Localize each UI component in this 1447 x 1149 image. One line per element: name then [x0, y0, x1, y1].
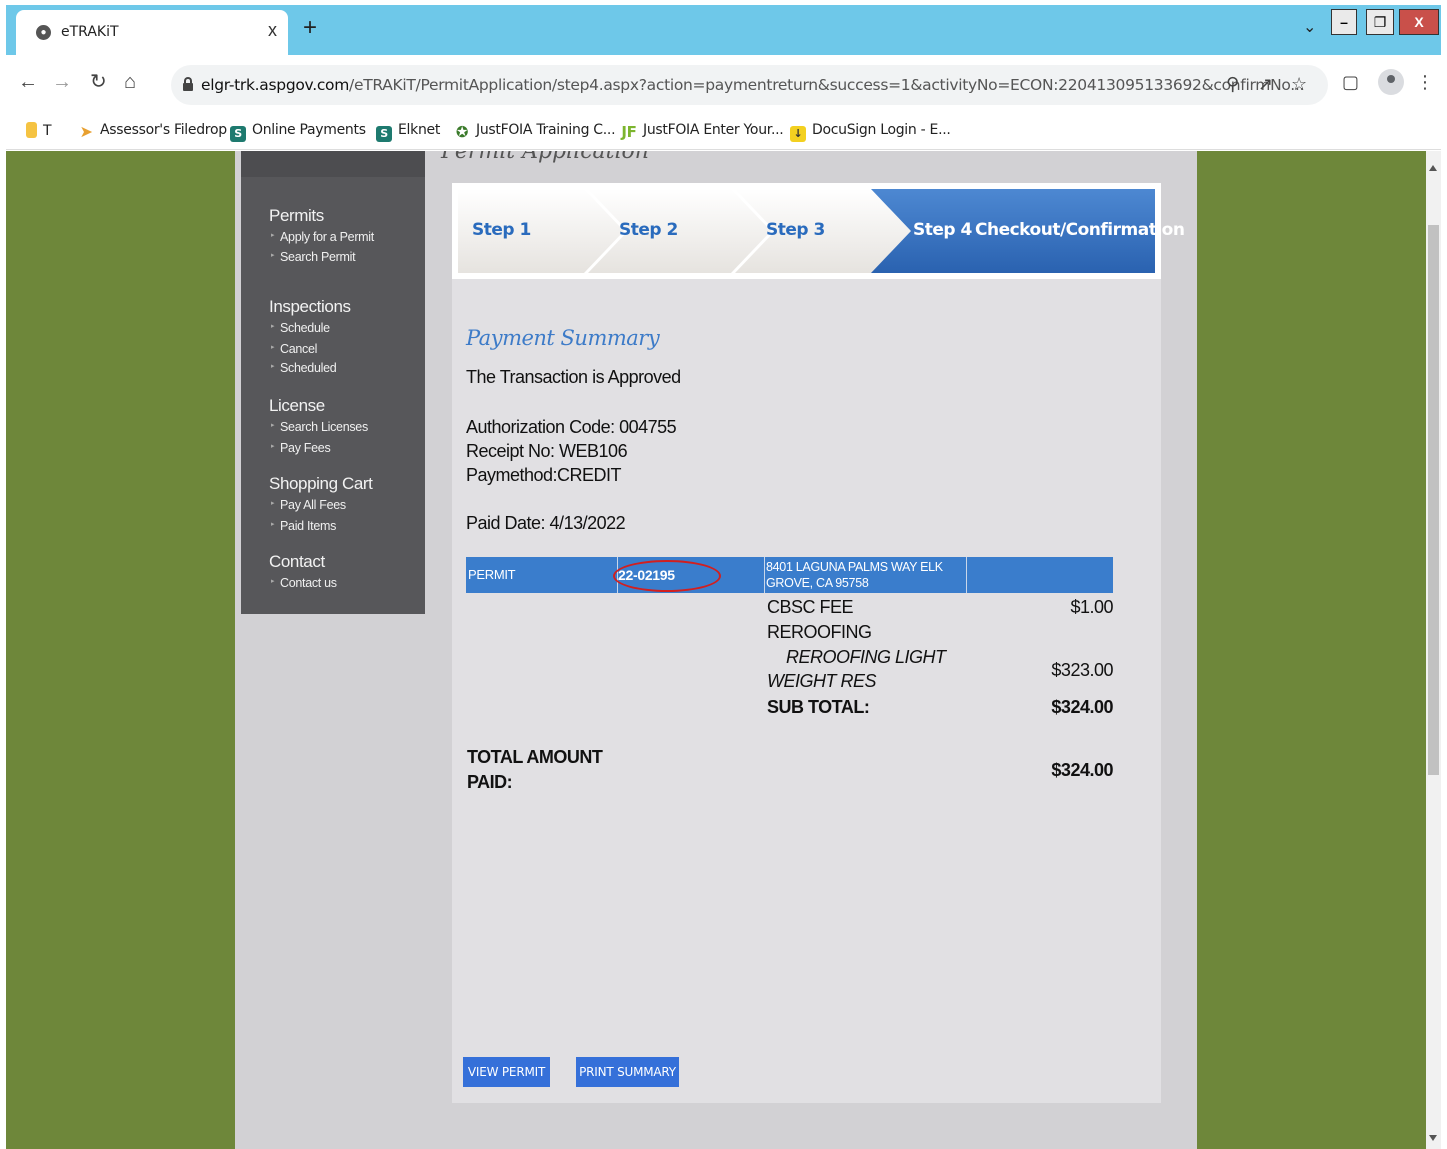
browser-toolbar: ← → ↻ ⌂ elgr-trk.aspgov.com/eTRAKiT/Perm…: [6, 55, 1441, 115]
restore-icon[interactable]: ❐: [1366, 9, 1394, 35]
step-1-label: Step 1: [472, 220, 531, 240]
reroofing-label: REROOFING: [767, 622, 872, 642]
close-window-icon[interactable]: X: [1399, 9, 1439, 35]
bookmark-star-icon[interactable]: ☆: [1291, 74, 1307, 95]
menu-kebab-icon[interactable]: ⋮: [1416, 72, 1434, 92]
receipt-number: Receipt No: WEB106: [466, 441, 628, 461]
bookmark-link[interactable]: S Elknet: [376, 122, 440, 142]
authorization-code: Authorization Code: 004755: [466, 417, 677, 437]
cbsc-fee-amount: $1.00: [1070, 597, 1113, 617]
subtotal-amount: $324.00: [1051, 697, 1113, 717]
tab-search-chevron-icon[interactable]: ⌄: [1303, 17, 1316, 37]
lock-icon[interactable]: [183, 77, 193, 91]
print-summary-button[interactable]: PRINT SUMMARY: [576, 1057, 679, 1087]
sidebar-section-license[interactable]: License: [269, 396, 325, 416]
sidebar-section-contact[interactable]: Contact: [269, 552, 325, 572]
side-panel-icon[interactable]: ▢: [1342, 72, 1359, 92]
highlight-circle: [613, 560, 721, 592]
sidebar-section-inspections[interactable]: Inspections: [269, 297, 351, 317]
bookmarks-bar: T ➤ Assessor's Filedrop S Online Payments …: [6, 115, 1441, 150]
bookmark-link[interactable]: S Online Payments: [230, 122, 366, 142]
folder-icon: [26, 122, 37, 138]
payment-method: Paymethod:CREDIT: [466, 465, 622, 485]
sidebar-item-apply-permit[interactable]: Apply for a Permit: [271, 230, 374, 244]
tab-strip: ● eTRAKiT x + ⌄ – ❐ X: [6, 5, 1441, 55]
permit-type: PERMIT: [468, 567, 516, 582]
scroll-down-arrow-icon[interactable]: [1429, 1135, 1437, 1141]
share-icon[interactable]: ↗: [1258, 74, 1273, 95]
jf-logo-icon: JF: [621, 123, 637, 141]
sidebar-item-pay-all-fees[interactable]: Pay All Fees: [271, 498, 346, 512]
browser-tab[interactable]: ● eTRAKiT x: [16, 10, 288, 55]
reload-icon[interactable]: ↻: [90, 72, 107, 92]
reroofing-subitem-1: REROOFING LIGHT: [786, 647, 946, 667]
payment-summary-title: Payment Summary: [466, 326, 660, 350]
bookmark-link[interactable]: ✪ JustFOIA Training C...: [454, 122, 616, 141]
step-3-label: Step 3: [766, 220, 825, 240]
bookmark-link[interactable]: JF JustFOIA Enter Your...: [621, 122, 783, 140]
sidebar-item-contact-us[interactable]: Contact us: [271, 576, 337, 590]
back-icon[interactable]: ←: [18, 72, 38, 92]
sidebar-item-search-permit[interactable]: Search Permit: [271, 250, 356, 264]
minimize-icon[interactable]: –: [1331, 9, 1357, 35]
profile-avatar[interactable]: [1378, 69, 1404, 95]
vertical-scrollbar[interactable]: [1426, 151, 1441, 1149]
forward-icon[interactable]: →: [52, 72, 72, 92]
step-2-label: Step 2: [619, 220, 678, 240]
sidebar-item-paid-items[interactable]: Paid Items: [271, 519, 336, 533]
sharepoint-icon: S: [376, 126, 392, 142]
reroofing-subitem-2: WEIGHT RES: [767, 671, 877, 691]
tab-title: eTRAKiT: [61, 24, 119, 40]
browser-window: ● eTRAKiT x + ⌄ – ❐ X ← → ↻ ⌂ elgr-trk.a…: [0, 0, 1447, 1149]
bookmark-folder[interactable]: T: [26, 122, 52, 139]
subtotal-label: SUB TOTAL:: [767, 697, 870, 717]
tab-close-icon[interactable]: x: [268, 20, 277, 41]
sidebar-item-scheduled[interactable]: Scheduled: [271, 361, 337, 375]
sidebar-item-cancel[interactable]: Cancel: [271, 342, 317, 356]
step-4-label: Step 4: [913, 220, 972, 240]
sharepoint-icon: S: [230, 126, 246, 142]
page-viewport: Permit Application Permits Apply for a P…: [6, 151, 1426, 1149]
total-amount: $324.00: [1051, 760, 1113, 780]
step-4-title: Checkout/Confirmation: [975, 220, 1185, 240]
total-label-line1: TOTAL AMOUNT: [467, 747, 603, 767]
url-text[interactable]: elgr-trk.aspgov.com/eTRAKiT/PermitApplic…: [201, 76, 1304, 94]
cbsc-fee-label: CBSC FEE: [767, 597, 854, 617]
send-icon: ➤: [79, 122, 93, 141]
reroofing-amount: $323.00: [1051, 660, 1113, 680]
step-progress: Step 1 Step 2 Step 3 Step 4 Checkout/Con…: [452, 183, 1185, 279]
sidebar-section-permits[interactable]: Permits: [269, 206, 324, 226]
sidebar-nav: Permits Apply for a Permit Search Permit…: [241, 151, 425, 614]
paid-date: Paid Date: 4/13/2022: [466, 513, 626, 533]
address-bar[interactable]: elgr-trk.aspgov.com/eTRAKiT/PermitApplic…: [171, 65, 1328, 105]
view-permit-button[interactable]: VIEW PERMIT: [463, 1057, 550, 1087]
bookmark-link[interactable]: ➤ Assessor's Filedrop: [78, 122, 227, 140]
globe-icon: ●: [36, 25, 51, 40]
home-icon[interactable]: ⌂: [124, 72, 136, 92]
docusign-icon: ↓: [790, 126, 806, 142]
bookmark-link[interactable]: ↓ DocuSign Login - E...: [790, 122, 951, 142]
total-label-line2: PAID:: [467, 772, 513, 792]
sidebar-item-search-licenses[interactable]: Search Licenses: [271, 420, 368, 434]
scroll-thumb[interactable]: [1428, 225, 1439, 775]
justfoia-icon: ✪: [455, 123, 469, 141]
sidebar-section-shopping-cart[interactable]: Shopping Cart: [269, 474, 373, 494]
new-tab-icon[interactable]: +: [303, 16, 317, 40]
sidebar-item-schedule[interactable]: Schedule: [271, 321, 330, 335]
page-body: Permit Application Permits Apply for a P…: [235, 151, 1197, 1149]
permit-row: PERMIT 22-02195 8401 LAGUNA PALMS WAY EL…: [466, 557, 1113, 593]
zoom-icon[interactable]: ⚲: [1226, 74, 1239, 95]
permit-address: 8401 LAGUNA PALMS WAY ELK GROVE, CA 9575…: [766, 560, 943, 590]
transaction-status: The Transaction is Approved: [466, 367, 681, 387]
sidebar-item-pay-fees[interactable]: Pay Fees: [271, 441, 331, 455]
page-heading: Permit Application: [441, 151, 649, 164]
main-content: Step 1 Step 2 Step 3 Step 4 Checkout/Con…: [452, 183, 1185, 1103]
scroll-up-arrow-icon[interactable]: [1429, 165, 1437, 171]
